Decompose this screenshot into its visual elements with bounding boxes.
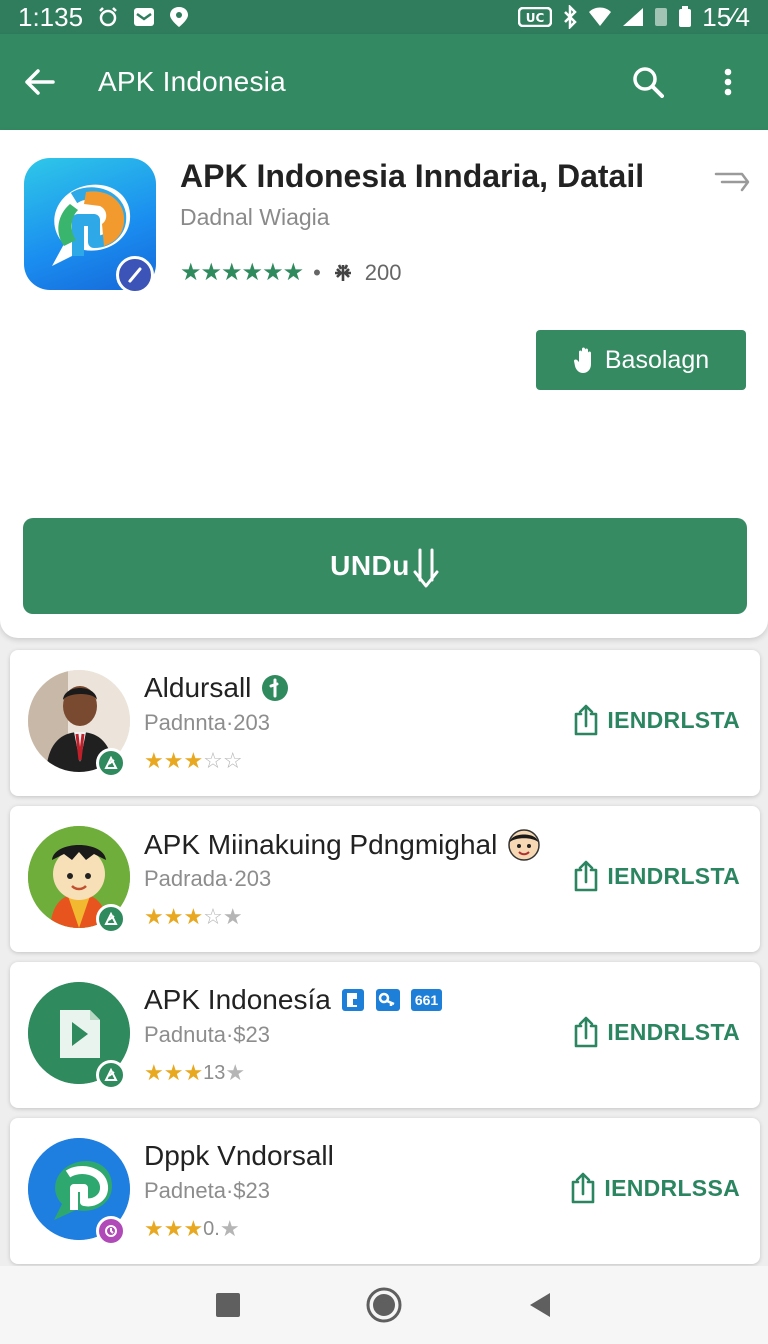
stars-empty: ☆★ <box>203 904 243 929</box>
stars-empty: ★ <box>225 1060 246 1085</box>
install-label: IENDRLSTA <box>607 706 740 733</box>
meta-separator: • <box>313 259 321 285</box>
app-badge-icon <box>96 904 126 934</box>
more-vert-icon <box>724 68 732 96</box>
stars-empty: ☆☆ <box>203 748 243 773</box>
install-button[interactable]: IENDRLSTA <box>573 704 740 736</box>
key-tag-icon <box>375 989 400 1011</box>
install-button[interactable]: IENDRLSSA <box>570 1172 740 1204</box>
doc-tag-icon <box>341 989 364 1011</box>
search-icon <box>633 67 664 98</box>
nav-back-button[interactable] <box>505 1270 575 1340</box>
share-button[interactable] <box>712 164 752 200</box>
verified-icon <box>262 675 289 701</box>
app-bar: APK Indonesia <box>0 34 768 130</box>
install-label: IENDRLSTA <box>607 862 740 889</box>
stars-filled: ★★★ <box>144 904 204 929</box>
nav-home-icon <box>366 1287 402 1323</box>
upload-icon <box>572 1172 595 1204</box>
list-item[interactable]: Dppk Vndorsall Padneta·$23 ★★★ 0. ★ IEND… <box>10 1118 760 1264</box>
secondary-action-label: Basolagn <box>604 345 710 374</box>
app-subtitle: Padrada·203 <box>144 866 272 891</box>
alarm-icon <box>97 6 119 28</box>
install-label: IENDRLSTA <box>607 1018 740 1045</box>
install-button[interactable]: IENDRLSTA <box>573 860 740 892</box>
stars-filled: ★★★ <box>144 1060 204 1085</box>
app-name: APK Miinakuing Pdngmighal <box>144 828 541 862</box>
hand-icon <box>573 347 591 373</box>
app-badge-icon <box>96 748 126 778</box>
download-label: UNDu <box>330 550 410 581</box>
app-rating: ★★★ 13 ★ <box>144 1060 245 1086</box>
system-nav-bar <box>0 1266 768 1344</box>
bug-icon <box>334 263 351 281</box>
nav-recents-icon <box>216 1293 240 1317</box>
search-button[interactable] <box>608 34 688 130</box>
rating-row: ★★★★★★ • 200 <box>180 258 402 287</box>
app-rating: ★★★ ☆☆ <box>144 748 243 774</box>
nav-home-button[interactable] <box>349 1270 419 1340</box>
list-item[interactable]: APK Miinakuing Pdngmighal Padrada·203 ★★… <box>10 806 760 952</box>
status-time: 1:135 <box>18 1 84 32</box>
secondary-action-button[interactable]: Basolagn <box>536 330 746 390</box>
app-badge-icon <box>96 1216 126 1246</box>
download-arrow-icon <box>413 548 439 588</box>
app-detail-card: APK Indonesia Inndaria, Datail Dadnal Wi… <box>0 130 768 638</box>
battery-level: 15⁄4 <box>702 1 750 32</box>
rating-value: 13 <box>203 1061 226 1084</box>
face-emoji-icon <box>508 829 541 861</box>
signal-icon <box>622 7 644 27</box>
app-bar-title: APK Indonesia <box>98 66 286 97</box>
list-item[interactable]: APK Indonesía 661 Padnuta·$23 ★★★ 13 ★ I… <box>10 962 760 1108</box>
rating-stars: ★★★★★★ <box>180 259 304 286</box>
nfc-icon: UC <box>518 7 553 27</box>
upload-icon <box>575 860 598 892</box>
developer-name: Dadnal Wiagia <box>180 204 330 230</box>
rating-value: 0. <box>203 1217 220 1240</box>
list-item[interactable]: Aldursall Padnnta·203 ★★★ ☆☆ IENDRLSTA <box>10 650 760 796</box>
install-label: IENDRLSSA <box>604 1174 740 1201</box>
app-subtitle: Padneta·$23 <box>144 1178 270 1203</box>
upload-icon <box>575 704 598 736</box>
app-title: APK Indonesia Inndaria, Datail <box>180 158 645 194</box>
share-icon <box>714 172 750 192</box>
app-name: Dppk Vndorsall <box>144 1140 334 1171</box>
bluetooth-icon <box>562 5 578 29</box>
app-list: Aldursall Padnnta·203 ★★★ ☆☆ IENDRLSTA A… <box>10 650 760 1274</box>
app-subtitle: Padnnta·203 <box>144 710 270 735</box>
app-name: APK Indonesía 661 <box>144 984 443 1016</box>
back-arrow-icon <box>25 69 55 95</box>
battery-icon <box>678 6 692 28</box>
wifi-icon <box>588 7 612 27</box>
app-rating: ★★★ 0. ★ <box>144 1216 240 1242</box>
upload-icon <box>575 1016 598 1048</box>
stars-filled: ★★★ <box>144 1216 204 1241</box>
message-icon <box>133 7 155 27</box>
location-icon <box>169 6 189 28</box>
stars-empty: ★ <box>219 1216 240 1241</box>
download-button[interactable]: UNDu <box>23 518 747 614</box>
stars-filled: ★★★ <box>144 748 204 773</box>
back-button[interactable] <box>0 34 80 130</box>
status-bar: 1:135 UC 15⁄4 <box>0 0 768 34</box>
nav-recents-button[interactable] <box>193 1270 263 1340</box>
app-name: Aldursall <box>144 672 289 704</box>
download-count: 200 <box>364 259 402 285</box>
svg-text:UC: UC <box>526 11 545 25</box>
verified-badge-icon <box>116 256 154 294</box>
nav-back-icon <box>530 1293 550 1317</box>
app-subtitle: Padnuta·$23 <box>144 1022 270 1047</box>
install-button[interactable]: IENDRLSTA <box>573 1016 740 1048</box>
sim-icon <box>654 7 668 27</box>
number-tag: 661 <box>410 989 443 1011</box>
app-rating: ★★★ ☆★ <box>144 904 243 930</box>
app-badge-icon <box>96 1060 126 1090</box>
more-options-button[interactable] <box>688 34 768 130</box>
